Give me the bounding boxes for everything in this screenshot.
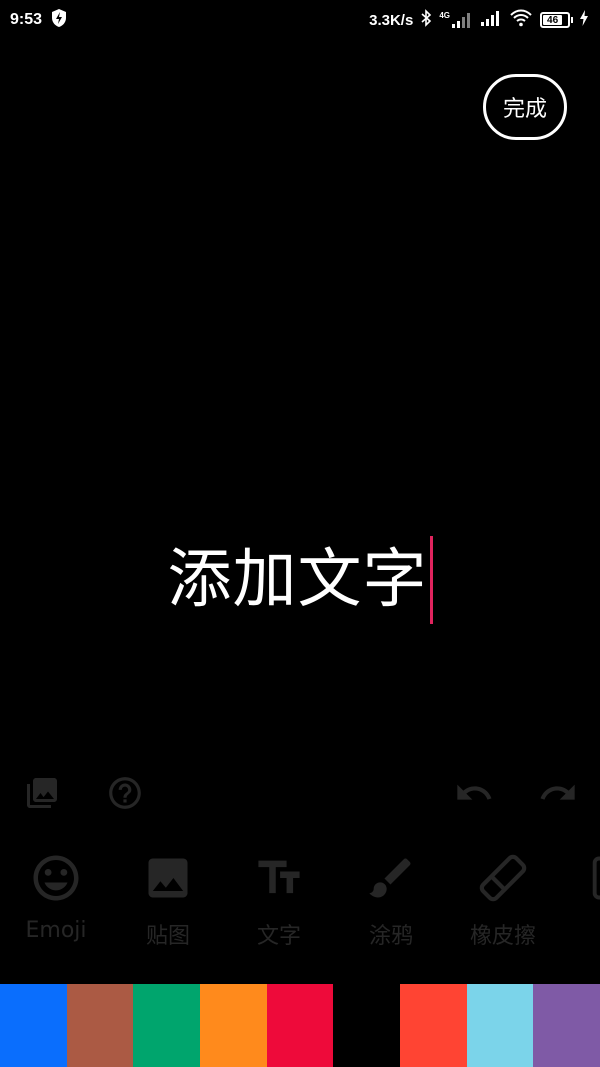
tool-row xyxy=(0,765,600,820)
eraser-icon xyxy=(475,848,531,908)
text-icon xyxy=(251,848,307,908)
color-swatch-blue[interactable] xyxy=(0,984,67,1067)
color-swatch-green[interactable] xyxy=(133,984,201,1067)
filter-icon xyxy=(584,848,600,908)
wifi-icon xyxy=(509,9,533,32)
text-input[interactable]: 添加文字 xyxy=(168,548,428,612)
menu-label-eraser: 橡皮擦 xyxy=(469,924,536,949)
emoji-icon xyxy=(28,848,84,908)
bottom-menu: Emoji 贴图 文字 涂鸦 橡皮擦 xyxy=(0,848,600,958)
menu-item-eraser[interactable]: 橡皮擦 xyxy=(453,848,553,958)
status-left: 9:53 xyxy=(10,8,68,33)
text-input-area[interactable]: 添加文字 xyxy=(0,530,600,630)
menu-item-doodle[interactable]: 涂鸦 xyxy=(341,848,441,958)
color-swatch-purple[interactable] xyxy=(533,984,600,1067)
color-swatch-orange[interactable] xyxy=(200,984,267,1067)
color-swatch-brown[interactable] xyxy=(66,984,134,1067)
status-time: 9:53 xyxy=(10,11,43,28)
color-palette xyxy=(0,984,600,1067)
redo-icon[interactable] xyxy=(538,765,578,820)
menu-label-text: 文字 xyxy=(256,924,301,949)
battery-level: 46 xyxy=(543,15,563,26)
status-bar: 9:53 3.3K/s 4G 46 xyxy=(0,0,600,40)
mobile-signal-icon: 4G xyxy=(439,12,473,28)
sticker-icon xyxy=(140,848,196,908)
charging-icon xyxy=(580,9,588,31)
menu-item-sticker[interactable]: 贴图 xyxy=(118,848,218,958)
menu-item-filter[interactable]: 滤 xyxy=(562,848,600,958)
undo-icon[interactable] xyxy=(454,765,494,820)
network-speed: 3.3K/s xyxy=(369,11,414,29)
menu-label-doodle: 涂鸦 xyxy=(368,924,413,949)
battery-icon: 46 xyxy=(540,12,573,28)
color-swatch-light-blue[interactable] xyxy=(466,984,534,1067)
color-swatch-red[interactable] xyxy=(400,984,467,1067)
text-caret xyxy=(429,536,433,624)
color-swatch-crimson[interactable] xyxy=(266,984,334,1067)
gallery-icon[interactable] xyxy=(22,765,62,820)
bluetooth-icon xyxy=(420,8,432,32)
done-button[interactable]: 完成 xyxy=(483,74,567,140)
menu-item-emoji[interactable]: Emoji xyxy=(6,848,106,958)
screen: 9:53 3.3K/s 4G 46 完成 添加文字 Emoji 贴图 文字 涂鸦… xyxy=(0,0,600,1067)
help-icon[interactable] xyxy=(105,765,145,820)
color-swatch-black[interactable] xyxy=(333,984,401,1067)
brush-icon xyxy=(363,848,419,908)
shield-icon xyxy=(50,8,68,33)
status-right: 3.3K/s 4G 46 xyxy=(369,8,588,32)
menu-label-sticker: 贴图 xyxy=(145,924,190,949)
menu-label-emoji: Emoji xyxy=(25,918,87,943)
signal-icon xyxy=(480,10,502,31)
network-type-label: 4G xyxy=(439,11,450,20)
menu-item-text[interactable]: 文字 xyxy=(229,848,329,958)
